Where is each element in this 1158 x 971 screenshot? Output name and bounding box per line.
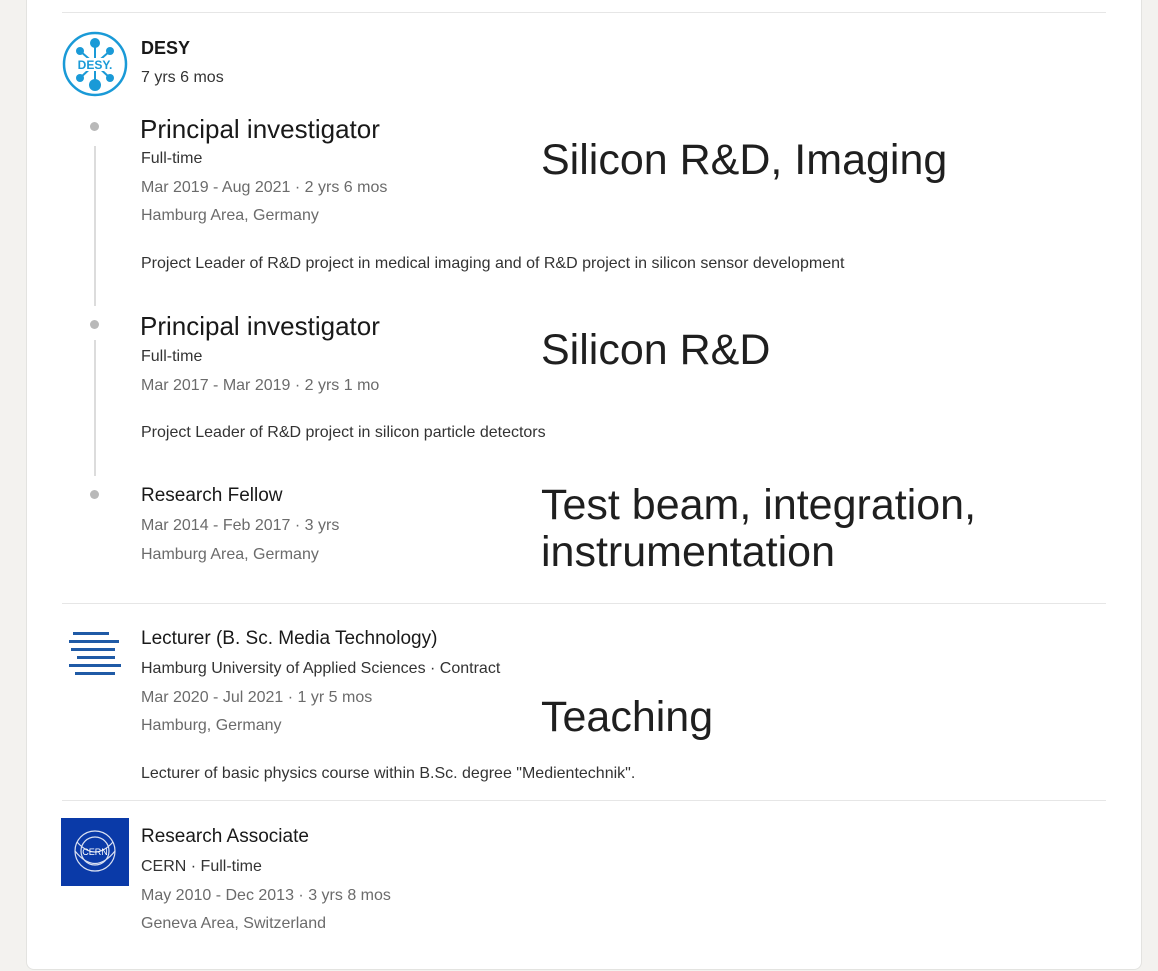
role-dates: May 2010 - Dec 2013 · 3 yrs 8 mos — [141, 887, 391, 904]
haw-logo-icon[interactable] — [67, 628, 123, 689]
timeline-line — [94, 340, 96, 476]
annotation-text: Silicon R&D — [541, 326, 771, 374]
desy-logo-text: DESY. — [78, 58, 113, 72]
timeline-dot — [90, 122, 99, 131]
role-title[interactable]: Principal investigator — [140, 311, 380, 342]
timeline-line — [94, 146, 96, 306]
role-description: Lecturer of basic physics course within … — [141, 765, 636, 782]
role-dates: Mar 2020 - Jul 2021 · 1 yr 5 mos — [141, 689, 373, 706]
annotation-text: instrumentation — [541, 528, 835, 576]
role-dates: Mar 2019 - Aug 2021 · 2 yrs 6 mos — [141, 179, 388, 196]
role-title[interactable]: Research Fellow — [141, 485, 283, 507]
role-title[interactable]: Principal investigator — [140, 114, 380, 145]
role-location: Hamburg Area, Germany — [141, 546, 319, 563]
company-tenure: 7 yrs 6 mos — [141, 69, 224, 86]
cern-logo-text: CERN — [82, 847, 108, 857]
role-dates: Mar 2017 - Mar 2019 · 2 yrs 1 mo — [141, 377, 380, 394]
annotation-text: Test beam, integration, — [541, 481, 977, 529]
role-description: Project Leader of R&D project in silicon… — [141, 424, 546, 441]
section-divider — [62, 603, 1106, 604]
role-location: Hamburg Area, Germany — [141, 207, 319, 224]
section-divider — [62, 800, 1106, 801]
top-divider — [62, 12, 1106, 13]
role-title[interactable]: Lecturer (B. Sc. Media Technology) — [141, 628, 437, 650]
role-location: Geneva Area, Switzerland — [141, 915, 326, 932]
timeline-dot — [90, 490, 99, 499]
role-title[interactable]: Research Associate — [141, 826, 309, 848]
organization-name[interactable]: Hamburg University of Applied Sciences ·… — [141, 660, 500, 678]
annotation-text: Silicon R&D, Imaging — [541, 136, 948, 184]
role-employment-type: Full-time — [141, 150, 203, 167]
timeline-dot — [90, 320, 99, 329]
role-employment-type: Full-time — [141, 348, 203, 365]
annotation-text: Teaching — [541, 693, 714, 741]
role-location: Hamburg, Germany — [141, 717, 282, 734]
organization-name[interactable]: CERN · Full-time — [141, 858, 262, 876]
desy-logo-icon[interactable]: DESY. — [62, 31, 128, 102]
cern-logo-icon[interactable]: CERN — [61, 818, 129, 891]
role-description: Project Leader of R&D project in medical… — [141, 255, 845, 272]
company-name[interactable]: DESY — [141, 38, 190, 59]
role-dates: Mar 2014 - Feb 2017 · 3 yrs — [141, 517, 340, 534]
